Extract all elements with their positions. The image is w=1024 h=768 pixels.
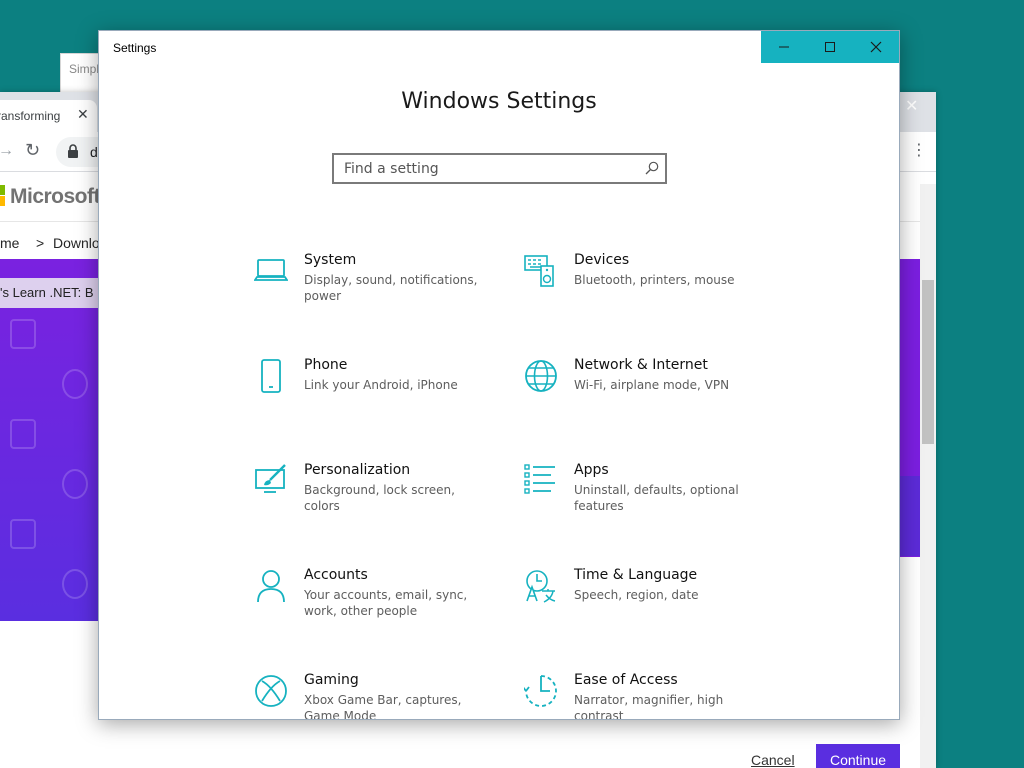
reload-icon[interactable]: ↻ xyxy=(25,140,40,161)
tile-name: Apps xyxy=(574,462,609,478)
window-controls xyxy=(761,31,899,63)
decorative-document-icon xyxy=(10,319,36,349)
tile-apps[interactable]: Apps Uninstall, defaults, optional featu… xyxy=(524,462,774,542)
apps-list-icon xyxy=(524,464,555,494)
tile-time-language[interactable]: Time & Language Speech, region, date xyxy=(524,567,774,647)
breadcrumb-item-downloads[interactable]: Downlo xyxy=(53,235,100,251)
site-logo[interactable]: Microsoft xyxy=(10,185,101,209)
microsoft-logo-icon xyxy=(0,185,5,195)
decorative-person-icon xyxy=(62,569,88,599)
background-window-title: Simpl xyxy=(69,62,100,76)
maximize-button[interactable] xyxy=(807,31,853,63)
lock-icon xyxy=(68,144,78,158)
search-icon[interactable] xyxy=(645,161,659,175)
phone-icon xyxy=(261,359,281,393)
microsoft-logo-icon-lower xyxy=(0,196,5,206)
xbox-icon xyxy=(255,675,287,707)
tile-description: Bluetooth, printers, mouse xyxy=(574,273,735,287)
tile-description: Link your Android, iPhone xyxy=(304,378,458,392)
tile-system[interactable]: System Display, sound, notifications, po… xyxy=(254,252,504,332)
tile-description: Wi-Fi, airplane mode, VPN xyxy=(574,378,730,392)
tile-name: Personalization xyxy=(304,462,411,478)
tile-description: Background, lock screen, colors xyxy=(304,483,455,513)
tile-personalization[interactable]: Personalization Background, lock screen,… xyxy=(254,462,504,542)
hero-banner-right-lower xyxy=(898,476,920,556)
tile-name: Time & Language xyxy=(574,567,698,583)
address-bar-url: d xyxy=(90,144,98,160)
page-title: Windows Settings xyxy=(401,89,597,114)
breadcrumb-separator: > xyxy=(36,235,45,251)
tile-phone[interactable]: Phone Link your Android, iPhone xyxy=(254,357,504,437)
tile-gaming[interactable]: Gaming Xbox Game Bar, captures, Game Mod… xyxy=(254,672,504,720)
close-icon xyxy=(870,41,882,53)
hero-banner-title: 's Learn .NET: B xyxy=(0,278,100,308)
tile-name: Devices xyxy=(574,252,630,268)
tile-name: Ease of Access xyxy=(574,672,678,688)
time-language-icon xyxy=(526,570,556,603)
person-icon xyxy=(257,570,285,603)
tile-ease-of-access[interactable]: Ease of Access Narrator, magnifier, high… xyxy=(524,672,774,720)
minimize-icon xyxy=(779,46,789,48)
brush-screen-icon xyxy=(255,464,286,493)
search-placeholder: Find a setting xyxy=(344,161,439,177)
browser-menu-icon[interactable]: ⋮ xyxy=(911,140,927,160)
tile-description: Xbox Game Bar, captures, Game Mode xyxy=(304,693,462,720)
cancel-link[interactable]: Cancel xyxy=(751,752,795,768)
hero-banner xyxy=(0,259,100,621)
search-input[interactable]: Find a setting xyxy=(332,153,667,184)
browser-close-icon[interactable]: ✕ xyxy=(905,96,918,116)
settings-window: Settings Windows Settings Find a setting… xyxy=(98,30,900,720)
tile-name: Network & Internet xyxy=(574,357,708,373)
tile-name: System xyxy=(304,252,357,268)
ease-of-access-icon xyxy=(524,675,557,707)
browser-scrollbar[interactable] xyxy=(920,184,936,768)
keyboard-speaker-icon xyxy=(524,255,554,287)
tile-description: Display, sound, notifications, power xyxy=(304,273,478,303)
forward-arrow-icon[interactable]: → xyxy=(0,142,14,160)
laptop-icon xyxy=(254,259,288,281)
tile-devices[interactable]: Devices Bluetooth, printers, mouse xyxy=(524,252,774,332)
tile-description: Uninstall, defaults, optional features xyxy=(574,483,739,513)
tile-name: Phone xyxy=(304,357,348,373)
decorative-person-icon xyxy=(62,369,88,399)
tile-name: Accounts xyxy=(304,567,368,583)
tile-description: Speech, region, date xyxy=(574,588,699,602)
breadcrumb-item-home[interactable]: me xyxy=(0,235,19,251)
settings-window-title: Settings xyxy=(113,41,157,55)
decorative-person-icon xyxy=(62,469,88,499)
decorative-document-icon xyxy=(10,519,36,549)
globe-icon xyxy=(525,360,557,392)
tile-network[interactable]: Network & Internet Wi-Fi, airplane mode,… xyxy=(524,357,774,437)
minimize-button[interactable] xyxy=(761,31,807,63)
tile-description: Your accounts, email, sync, work, other … xyxy=(304,588,468,618)
browser-tab-title: ransforming xyxy=(0,109,61,123)
tile-accounts[interactable]: Accounts Your accounts, email, sync, wor… xyxy=(254,567,504,647)
continue-button[interactable]: Continue xyxy=(816,744,900,768)
browser-scrollbar-thumb[interactable] xyxy=(922,280,934,444)
tile-name: Gaming xyxy=(304,672,359,688)
close-button[interactable] xyxy=(853,31,899,63)
tile-description: Narrator, magnifier, high contrast xyxy=(574,693,724,720)
tab-close-icon[interactable]: ✕ xyxy=(77,106,89,123)
maximize-icon xyxy=(825,42,835,52)
decorative-document-icon xyxy=(10,419,36,449)
